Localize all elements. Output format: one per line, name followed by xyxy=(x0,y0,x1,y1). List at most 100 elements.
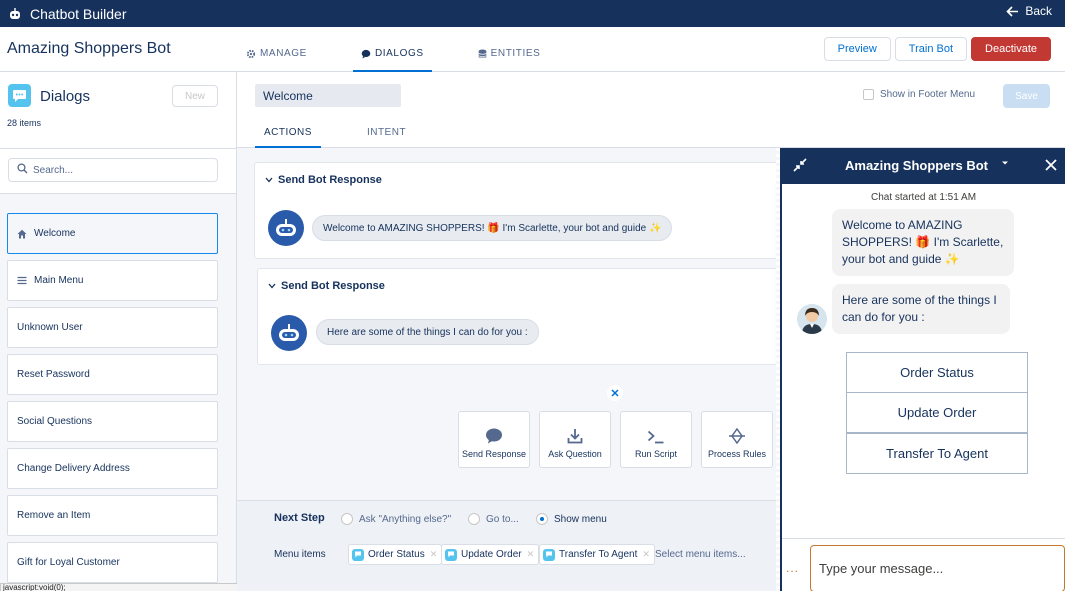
sidebar-item-label: Unknown User xyxy=(17,322,83,333)
chat-message: Here are some of the things I can do for… xyxy=(832,284,1010,334)
pill-label: Order Status xyxy=(368,549,425,560)
radio-circle xyxy=(341,513,353,525)
sidebar-item-label: Gift for Loyal Customer xyxy=(17,557,120,568)
bot-logo-icon xyxy=(8,7,22,21)
dialog-name-field[interactable]: Welcome xyxy=(255,84,401,107)
minimize-icon[interactable] xyxy=(792,157,808,173)
preview-button[interactable]: Preview xyxy=(823,37,891,61)
close-icon xyxy=(611,389,619,397)
save-button[interactable]: Save xyxy=(1003,84,1050,108)
remove-pill-icon[interactable]: ✕ xyxy=(642,549,650,560)
new-dialog-button[interactable]: New xyxy=(172,85,218,107)
card-title[interactable]: Send Bot Response xyxy=(265,174,382,186)
chat-menu-transfer-to-agent[interactable]: Transfer To Agent xyxy=(846,433,1028,474)
database-icon xyxy=(478,49,487,59)
chat-icon xyxy=(361,49,371,59)
send-response-action[interactable]: Send Response xyxy=(458,411,530,468)
more-icon[interactable]: ... xyxy=(786,561,799,575)
tab-actions[interactable]: ACTIONS xyxy=(255,117,321,148)
show-in-footer-checkbox[interactable]: Show in Footer Menu xyxy=(863,89,975,100)
app-window: Chatbot Builder Back Amazing Shoppers Bo… xyxy=(0,0,1065,591)
close-actions-button[interactable] xyxy=(607,385,623,401)
checkbox-label: Show in Footer Menu xyxy=(880,89,976,100)
sidebar-item-change-delivery-address[interactable]: Change Delivery Address xyxy=(7,448,218,489)
sidebar-item-remove-an-item[interactable]: Remove an Item xyxy=(7,495,218,536)
anything-else-radio[interactable]: Ask "Anything else?" xyxy=(341,513,451,525)
card-title-text: Send Bot Response xyxy=(281,280,385,292)
pill-label: Transfer To Agent xyxy=(559,549,638,560)
sidebar-item-main-menu[interactable]: Main Menu xyxy=(7,260,218,301)
item-count: 28 items xyxy=(7,118,42,128)
remove-pill-icon[interactable]: ✕ xyxy=(527,549,535,560)
sidebar-item-gift-for-loyal-customer[interactable]: Gift for Loyal Customer xyxy=(7,542,218,583)
action-label: Ask Question xyxy=(548,449,602,459)
sidebar-item-label: Main Menu xyxy=(34,275,84,286)
arrow-left-icon xyxy=(1006,5,1019,17)
chevron-down-icon xyxy=(265,177,273,183)
tab-intent[interactable]: INTENT xyxy=(358,117,415,148)
sidebar-item-unknown-user[interactable]: Unknown User xyxy=(7,307,218,348)
back-button[interactable]: Back xyxy=(1006,4,1052,18)
menu-item-pill[interactable]: Update Order ✕ xyxy=(441,544,540,565)
dialogs-icon xyxy=(8,84,31,107)
send-bot-response-card: Send Bot Response Here are some of the t… xyxy=(257,268,784,365)
sidebar-item-social-questions[interactable]: Social Questions xyxy=(7,401,218,442)
menu-item-pill[interactable]: Transfer To Agent ✕ xyxy=(539,544,655,565)
chat-message-input[interactable] xyxy=(810,545,1065,591)
chat-footer: ... xyxy=(782,538,1065,591)
tab-dialogs[interactable]: DIALOGS xyxy=(352,27,432,72)
deactivate-button[interactable]: Deactivate xyxy=(971,37,1051,61)
run-script-action[interactable]: Run Script xyxy=(620,411,692,468)
top-bar: Chatbot Builder Back xyxy=(0,0,1065,27)
tab-entities[interactable]: ENTITIES xyxy=(470,27,549,72)
tab-label: MANAGE xyxy=(260,48,307,59)
train-bot-button[interactable]: Train Bot xyxy=(894,37,968,61)
search-icon xyxy=(17,161,28,179)
show-menu-radio[interactable]: Show menu xyxy=(536,513,607,525)
tab-manage[interactable]: MANAGE xyxy=(238,27,315,72)
action-label: Process Rules xyxy=(707,449,767,459)
radio-label: Show menu xyxy=(554,513,607,525)
go-to-radio[interactable]: Go to... xyxy=(468,513,519,525)
menu-item-pill[interactable]: Order Status ✕ xyxy=(348,544,443,565)
checkbox-box xyxy=(863,89,874,100)
send-bot-response-card: Send Bot Response Welcome to AMAZING SHO… xyxy=(254,162,784,259)
process-rules-action[interactable]: Process Rules xyxy=(701,411,773,468)
sidebar-item-reset-password[interactable]: Reset Password xyxy=(7,354,218,395)
bot-avatar xyxy=(271,315,307,351)
search-area xyxy=(0,149,236,194)
sidebar-item-welcome[interactable]: Welcome xyxy=(7,213,218,254)
radio-circle xyxy=(536,513,548,525)
search-box xyxy=(8,158,218,182)
dialog-pill-icon xyxy=(445,548,457,561)
search-input[interactable] xyxy=(33,164,203,176)
dialogs-sidebar: Dialogs 28 items New Welcome Main Menu U… xyxy=(0,72,237,591)
close-icon[interactable] xyxy=(1044,158,1058,172)
sidebar-header: Dialogs 28 items New xyxy=(0,72,236,149)
chevron-down-icon xyxy=(268,283,276,289)
remove-pill-icon[interactable]: ✕ xyxy=(430,549,438,560)
chat-menu-update-order[interactable]: Update Order xyxy=(846,392,1028,433)
menu-items-select-input[interactable] xyxy=(655,544,775,565)
dialog-subtabs: ACTIONS INTENT xyxy=(255,117,452,148)
ask-question-action[interactable]: Ask Question xyxy=(539,411,611,468)
chat-started-text: Chat started at 1:51 AM xyxy=(870,192,977,203)
page-header: Amazing Shoppers Bot MANAGE DIALOGS ENTI… xyxy=(0,27,1065,72)
radio-label: Ask "Anything else?" xyxy=(359,513,452,525)
card-title[interactable]: Send Bot Response xyxy=(268,280,385,292)
back-label: Back xyxy=(1025,4,1052,18)
bot-avatar xyxy=(268,210,304,246)
menu-icon xyxy=(17,276,27,285)
bot-message-bubble: Welcome to AMAZING SHOPPERS! 🎁 I'm Scarl… xyxy=(312,215,673,241)
chat-menu-order-status[interactable]: Order Status xyxy=(846,352,1028,393)
tab-label: ENTITIES xyxy=(490,48,541,59)
app-title: Chatbot Builder xyxy=(30,5,127,22)
radio-circle xyxy=(468,513,480,525)
sidebar-item-label: Social Questions xyxy=(17,416,93,427)
caret-down-icon[interactable] xyxy=(1001,160,1009,166)
terminal-icon xyxy=(647,430,665,444)
main-tabs: MANAGE DIALOGS ENTITIES xyxy=(238,27,586,72)
home-icon xyxy=(17,229,27,239)
gear-icon xyxy=(246,49,256,59)
sidebar-item-label: Remove an Item xyxy=(17,510,91,521)
